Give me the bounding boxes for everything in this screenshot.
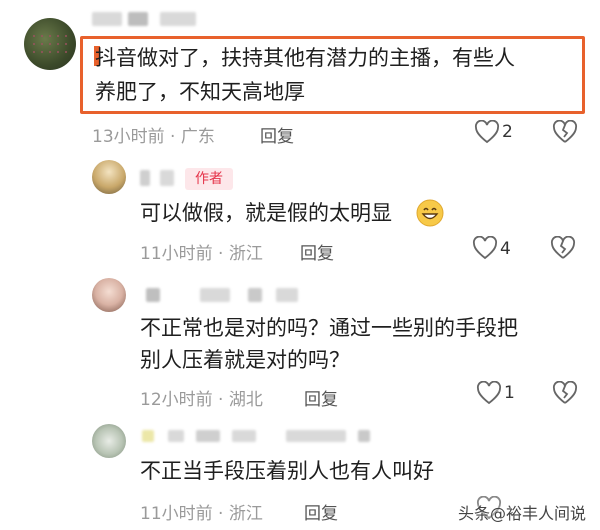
- grinning-face-icon: [416, 199, 444, 227]
- broken-heart-icon[interactable]: [552, 120, 578, 144]
- comment-text-line: 抖音做对了，扶持其他有潜力的主播，有些人: [95, 46, 515, 70]
- comment-time-location: 13小时前 · 广东: [92, 127, 215, 147]
- reply-button[interactable]: 回复: [300, 239, 334, 264]
- broken-heart-icon[interactable]: [550, 236, 576, 260]
- username-redacted: [200, 288, 230, 302]
- author-badge: 作者: [185, 168, 233, 190]
- reply-button[interactable]: 回复: [304, 499, 338, 524]
- username-redacted: [160, 12, 196, 26]
- like-count: 1: [504, 383, 515, 403]
- avatar[interactable]: [24, 18, 76, 70]
- comment-text-line: 养肥了，不知天高地厚: [95, 80, 305, 104]
- username-redacted: [92, 12, 122, 26]
- heart-outline-icon[interactable]: [474, 120, 500, 144]
- avatar[interactable]: [92, 278, 126, 312]
- like-count: 2: [502, 122, 513, 142]
- comment-text-line: 别人压着就是对的吗？: [140, 348, 350, 372]
- username-redacted: [168, 430, 184, 442]
- username-redacted: [160, 170, 174, 186]
- username-redacted: [140, 170, 150, 186]
- watermark: 头条@裕丰人间说: [457, 504, 586, 523]
- username-redacted: [128, 12, 148, 26]
- avatar[interactable]: [92, 424, 126, 458]
- reply-button[interactable]: 回复: [260, 122, 294, 147]
- username-redacted: [248, 288, 262, 302]
- comment-time-location: 12小时前 · 湖北: [140, 390, 263, 410]
- like-count: 4: [500, 239, 511, 259]
- broken-heart-icon[interactable]: [552, 381, 578, 405]
- username-redacted: [286, 430, 346, 442]
- username-redacted: [196, 430, 220, 442]
- avatar[interactable]: [92, 160, 126, 194]
- heart-outline-icon[interactable]: [472, 236, 498, 260]
- comment-text-line: 可以做假，就是假的太明显: [140, 201, 392, 225]
- reply-button[interactable]: 回复: [304, 385, 338, 410]
- heart-outline-icon[interactable]: [476, 381, 502, 405]
- username-redacted: [142, 430, 154, 442]
- comment-text-line: 不正常也是对的吗？通过一些别的手段把: [140, 316, 518, 340]
- username-redacted: [358, 430, 370, 442]
- comment-time-location: 11小时前 · 浙江: [140, 504, 263, 524]
- username-redacted: [232, 430, 256, 442]
- username-redacted: [276, 288, 298, 302]
- comment-time-location: 11小时前 · 浙江: [140, 244, 263, 264]
- comment-text-line: 不正当手段压着别人也有人叫好: [140, 459, 434, 483]
- username-redacted: [146, 288, 160, 302]
